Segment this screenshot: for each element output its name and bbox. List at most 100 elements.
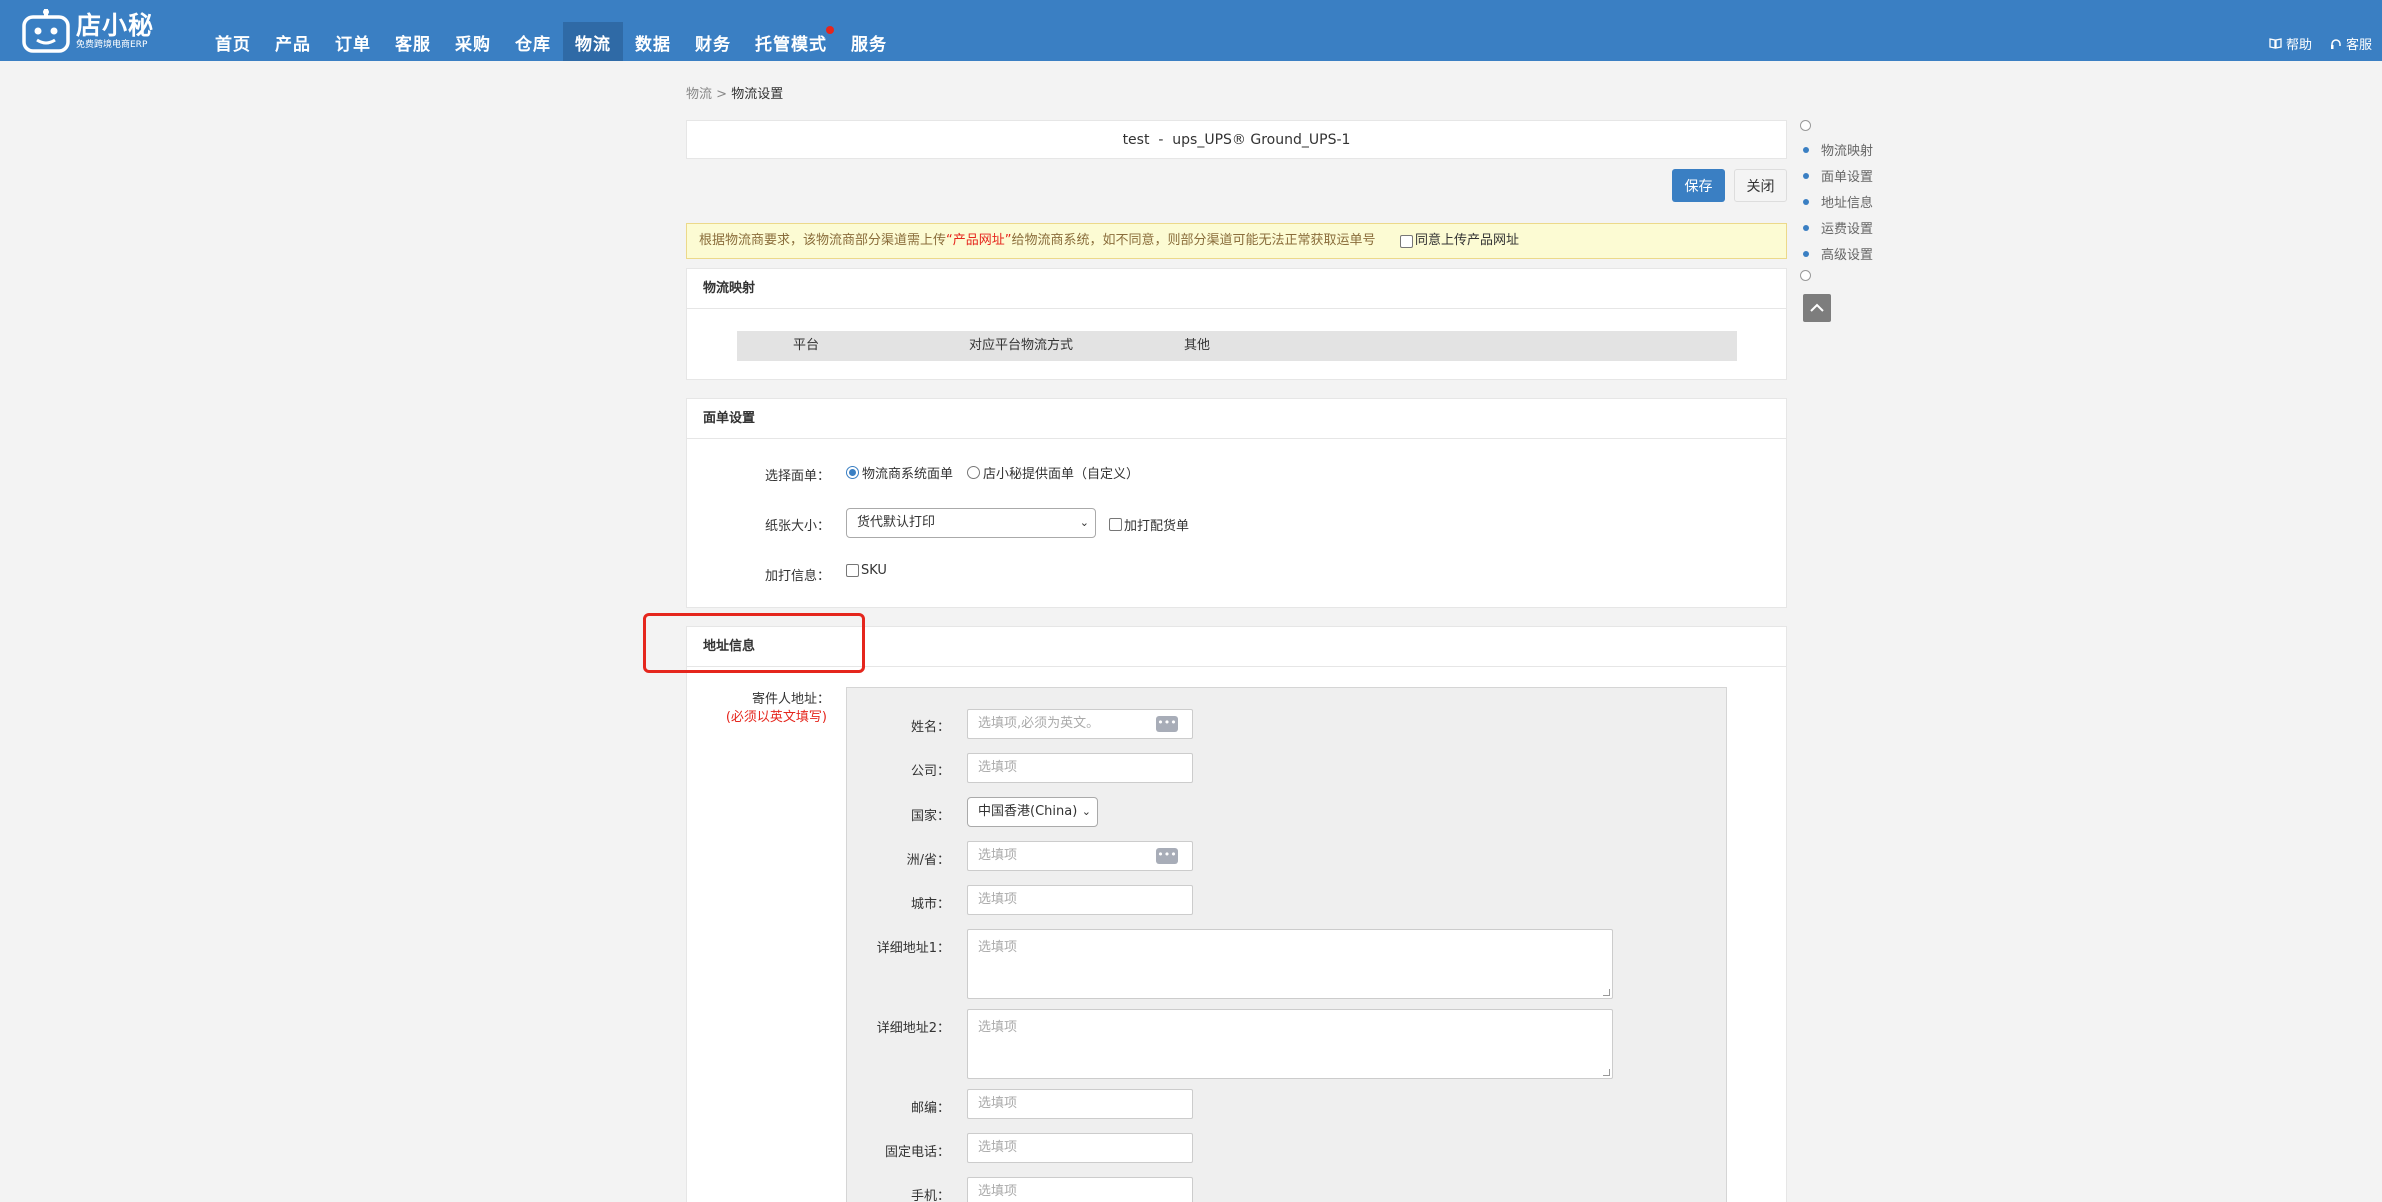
more-icon[interactable]: •••	[1156, 716, 1178, 732]
breadcrumb-parent[interactable]: 物流	[686, 87, 712, 102]
zip-placeholder: 选填项	[978, 1096, 1018, 1111]
logo-text: 店小秘	[76, 10, 155, 40]
anchor-label: 面单设置	[1821, 170, 1874, 185]
print-info-label: 加打信息：	[764, 569, 830, 584]
checkbox-box[interactable]	[846, 564, 859, 577]
notice-text-after: 给物流商系统，如不同意，则部分渠道可能无法正常获取运单号	[1011, 233, 1376, 248]
help-label: 帮助	[2285, 38, 2312, 53]
address1-textarea[interactable]: 选填项	[967, 929, 1613, 999]
phone-input[interactable]: 选填项	[967, 1133, 1193, 1163]
notification-dot	[826, 26, 834, 34]
logo-subtext: 免费跨境电商ERP	[76, 39, 148, 50]
mapping-panel: 物流映射 平台 对应平台物流方式 其他	[686, 268, 1787, 380]
anchor-item-shipping-fee[interactable]: 运费设置	[1800, 218, 1873, 237]
agree-upload-checkbox[interactable]: 同意上传产品网址	[1400, 224, 1519, 258]
company-label: 公司：	[910, 764, 950, 779]
city-placeholder: 选填项	[978, 892, 1018, 907]
bullet-icon	[1803, 250, 1809, 257]
column-platform-method: 对应平台物流方式	[969, 338, 1074, 353]
state-placeholder: 选填项	[978, 848, 1018, 863]
phone-label: 固定电话：	[884, 1145, 950, 1160]
nav-finance[interactable]: 财务	[683, 22, 743, 61]
country-label: 国家：	[910, 809, 950, 824]
state-label: 洲/省：	[906, 853, 950, 868]
state-input[interactable]: 选填项 •••	[967, 841, 1193, 871]
name-label: 姓名：	[910, 720, 950, 735]
service-link[interactable]: 客服	[2330, 34, 2372, 53]
address2-label: 详细地址2：	[876, 1021, 950, 1036]
sender-address-label: 寄件人地址：	[751, 692, 830, 707]
address2-placeholder: 选填项	[978, 1020, 1018, 1035]
more-icon[interactable]: •••	[1156, 848, 1178, 864]
country-value: 中国香港(China)	[978, 804, 1078, 819]
extra-print-checkbox[interactable]: 加打配货单	[1109, 515, 1189, 534]
top-navbar: 店小秘 免费跨境电商ERP 首页 产品 订单 客服 采购 仓库 物流 数据 财务…	[0, 0, 2382, 61]
mapping-title: 物流映射	[687, 269, 1786, 309]
anchor-item-advanced[interactable]: 高级设置	[1800, 244, 1873, 263]
mapping-table-header: 平台 对应平台物流方式 其他	[737, 331, 1737, 361]
help-link[interactable]: 帮助	[2269, 34, 2312, 53]
logo[interactable]: 店小秘 免费跨境电商ERP	[22, 8, 154, 54]
headset-icon	[2330, 38, 2341, 49]
robot-logo-icon	[22, 9, 70, 53]
name-input[interactable]: 选填项,必须为英文。 •••	[967, 709, 1193, 739]
nav-purchase[interactable]: 采购	[443, 22, 503, 61]
paper-size-select[interactable]: 货代默认打印 ⌄	[846, 508, 1096, 538]
checkbox-box[interactable]	[1109, 518, 1122, 531]
nav-logistics[interactable]: 物流	[563, 22, 623, 61]
city-input[interactable]: 选填项	[967, 885, 1193, 915]
extra-print-label: 加打配货单	[1124, 519, 1190, 534]
notice-banner: 根据物流商要求，该物流商部分渠道需上传“产品网址”给物流商系统，如不同意，则部分…	[686, 223, 1787, 259]
phone-placeholder: 选填项	[978, 1140, 1018, 1155]
chevron-down-icon: ⌄	[1081, 805, 1091, 818]
company-input[interactable]: 选填项	[967, 753, 1193, 783]
anchor-item-waybill[interactable]: 面单设置	[1800, 166, 1873, 185]
anchor-label: 高级设置	[1821, 248, 1874, 263]
zip-input[interactable]: 选填项	[967, 1089, 1193, 1119]
checkbox-box[interactable]	[1400, 234, 1413, 248]
waybill-title: 面单设置	[687, 399, 1786, 439]
nav-customer-service[interactable]: 客服	[383, 22, 443, 61]
address1-placeholder: 选填项	[978, 940, 1018, 955]
breadcrumb: 物流 > 物流设置	[686, 83, 783, 102]
save-button[interactable]: 保存	[1672, 169, 1725, 202]
nav-data[interactable]: 数据	[623, 22, 683, 61]
sku-label: SKU	[861, 563, 887, 578]
book-icon	[2269, 38, 2282, 49]
column-platform: 平台	[793, 338, 820, 353]
nav-home[interactable]: 首页	[203, 22, 263, 61]
radio-custom-waybill[interactable]	[967, 466, 981, 479]
paper-size-value: 货代默认打印	[857, 515, 936, 530]
bullet-icon	[1803, 224, 1809, 231]
anchor-item-mapping[interactable]: 物流映射	[1800, 140, 1873, 159]
notice-text-before: 根据物流商要求，该物流商部分渠道需上传	[699, 233, 947, 248]
country-select[interactable]: 中国香港(China) ⌄	[967, 797, 1098, 827]
channel-title: test - ups_UPS® Ground_UPS-1	[686, 120, 1787, 159]
sender-address-note: (必须以英文填写)	[725, 710, 827, 725]
sku-checkbox[interactable]: SKU	[846, 563, 887, 578]
back-to-top-button[interactable]	[1803, 294, 1831, 322]
mobile-input[interactable]: 选填项	[967, 1177, 1193, 1202]
nav-managed-mode[interactable]: 托管模式	[743, 22, 839, 61]
anchor-bottom-ring	[1800, 270, 1811, 281]
close-button[interactable]: 关闭	[1734, 169, 1787, 202]
name-placeholder: 选填项,必须为英文。	[978, 716, 1100, 731]
anchor-top-ring	[1800, 120, 1811, 131]
agree-upload-label: 同意上传产品网址	[1415, 233, 1520, 248]
anchor-item-address[interactable]: 地址信息	[1800, 192, 1873, 211]
mobile-label: 手机：	[910, 1189, 950, 1202]
service-label: 客服	[2345, 38, 2372, 53]
company-placeholder: 选填项	[978, 760, 1018, 775]
bullet-icon	[1803, 146, 1809, 153]
main-nav: 首页 产品 订单 客服 采购 仓库 物流 数据 财务 托管模式 服务	[203, 22, 899, 61]
breadcrumb-separator: >	[716, 87, 728, 102]
nav-services[interactable]: 服务	[839, 22, 899, 61]
nav-products[interactable]: 产品	[263, 22, 323, 61]
address2-textarea[interactable]: 选填项	[967, 1009, 1613, 1079]
anchor-label: 运费设置	[1821, 222, 1874, 237]
nav-warehouse[interactable]: 仓库	[503, 22, 563, 61]
radio-carrier-waybill[interactable]	[846, 466, 859, 479]
breadcrumb-current: 物流设置	[731, 87, 784, 102]
select-waybill-label: 选择面单：	[764, 469, 830, 484]
nav-orders[interactable]: 订单	[323, 22, 383, 61]
